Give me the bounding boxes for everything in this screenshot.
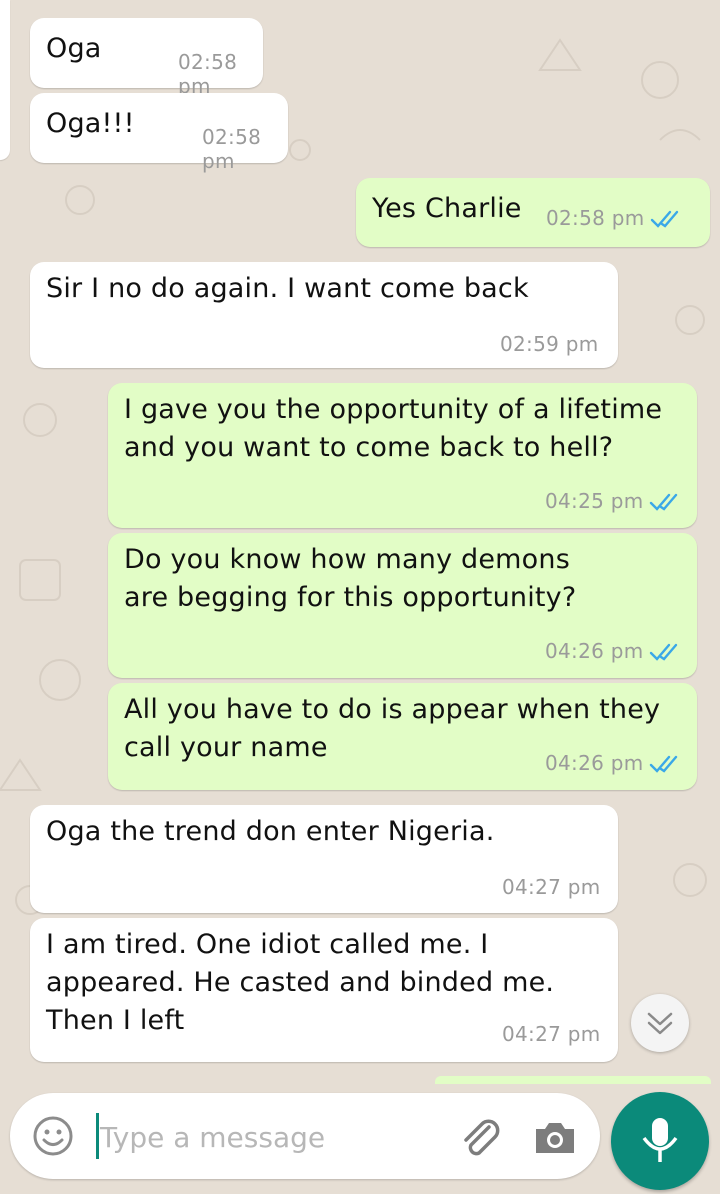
message-timestamp: 02:58 pm xyxy=(178,50,238,98)
message-timestamp: 04:27 pm xyxy=(502,875,601,899)
outgoing-message[interactable]: Yes Charlie 02:58 pm xyxy=(356,178,710,247)
outgoing-message[interactable]: All you have to do is appear when they c… xyxy=(108,683,697,790)
message-timestamp: 02:58 pm xyxy=(546,206,645,230)
text-cursor xyxy=(96,1113,99,1159)
outgoing-message[interactable]: Do you know how many demons are begging … xyxy=(108,533,697,678)
message-text: Oga the trend don enter Nigeria. xyxy=(46,816,495,847)
message-text: I gave you the opportunity of a lifetime… xyxy=(124,394,663,463)
message-text: Oga xyxy=(46,33,102,64)
read-receipt-icon xyxy=(649,755,678,773)
message-timestamp: 04:27 pm xyxy=(502,1022,601,1046)
message-timestamp: 02:58 pm xyxy=(202,125,262,173)
read-receipt-icon xyxy=(650,210,679,228)
message-composer[interactable]: Type a message xyxy=(10,1093,600,1179)
partial-message-edge xyxy=(0,0,10,160)
paperclip-icon[interactable] xyxy=(455,1113,505,1163)
incoming-message[interactable]: I am tired. One idiot called me. I appea… xyxy=(30,918,618,1062)
voice-record-button[interactable] xyxy=(611,1092,709,1190)
message-timestamp: 04:25 pm xyxy=(545,489,644,513)
scroll-to-bottom-button[interactable] xyxy=(631,994,689,1052)
outgoing-message[interactable]: I gave you the opportunity of a lifetime… xyxy=(108,383,697,528)
camera-icon[interactable] xyxy=(532,1117,578,1157)
message-text: Do you know how many demons are begging … xyxy=(124,544,577,613)
message-text: Oga!!! xyxy=(46,108,135,139)
read-receipt-icon xyxy=(649,643,678,661)
message-timestamp: 02:59 pm xyxy=(500,332,599,356)
message-input[interactable]: Type a message xyxy=(100,1121,325,1154)
message-text: I am tired. One idiot called me. I appea… xyxy=(46,929,555,1036)
message-timestamp: 04:26 pm xyxy=(545,751,644,775)
double-chevron-down-icon xyxy=(647,1012,673,1035)
microphone-icon xyxy=(642,1118,678,1162)
read-receipt-icon xyxy=(649,493,678,511)
incoming-message[interactable]: Sir I no do again. I want come back 02:59… xyxy=(30,262,618,368)
message-text: Sir I no do again. I want come back xyxy=(46,273,529,304)
partial-outgoing-bubble xyxy=(435,1076,711,1084)
incoming-message[interactable]: Oga 02:58 pm xyxy=(30,18,263,98)
incoming-message[interactable]: Oga the trend don enter Nigeria. 04:27 pm xyxy=(30,805,618,913)
message-timestamp: 04:26 pm xyxy=(545,639,644,663)
incoming-message[interactable]: Oga!!! 02:58 pm xyxy=(30,93,288,173)
emoji-icon[interactable] xyxy=(32,1115,74,1157)
message-text: Yes Charlie xyxy=(372,193,522,224)
